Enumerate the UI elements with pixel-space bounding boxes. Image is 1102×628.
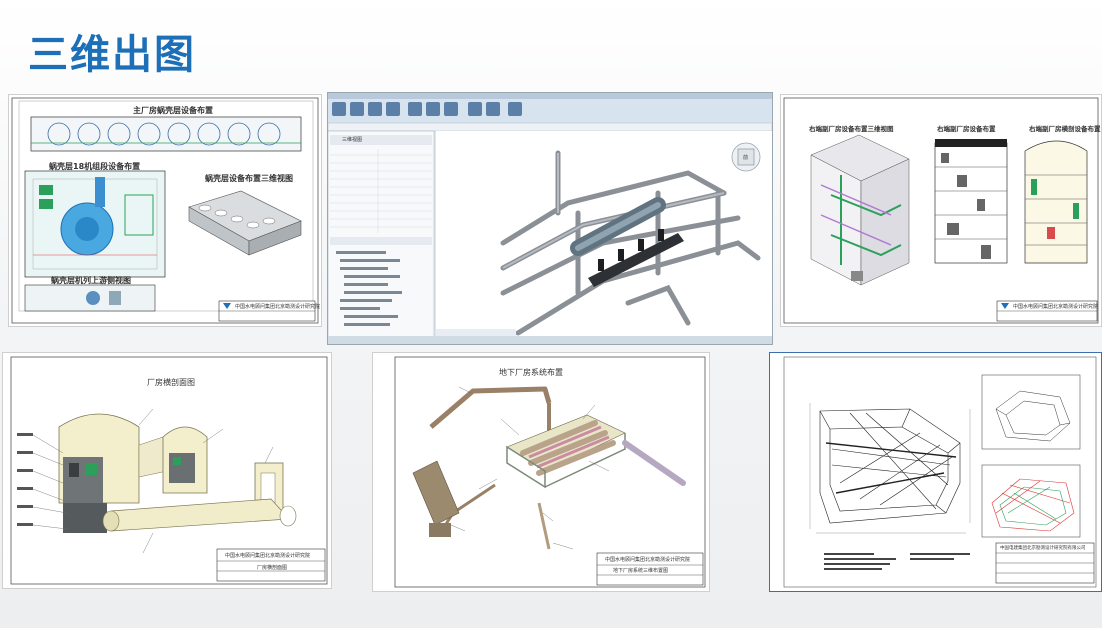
revit-ui: [328, 93, 772, 344]
drawing-title: 右端副厂房横剖设备布置: [1029, 125, 1101, 133]
drawing-title: 右端副厂房设备布置: [937, 125, 996, 133]
revit-screenshot-panel[interactable]: 三维视图 前: [327, 92, 773, 345]
org-name: 中国水电顾问集团北京勘测设计研究院: [235, 304, 321, 310]
powerhouse-plan-drawing: [11, 97, 319, 324]
page-title: 三维出图: [28, 32, 196, 78]
drawing-panel-underground-layout[interactable]: 地下厂房系统布置 中国水电顾问集团北京勘测设计研究院 地下厂房系统三维布置图: [372, 352, 710, 592]
sheet-name: 地下厂房系统三维布置图: [613, 568, 669, 574]
drawing-title: 右端副厂房设备布置三维视图: [809, 125, 894, 133]
drawing-panel-powerhouse-plan[interactable]: 主厂房蜗壳层设备布置 蜗壳层18机组段设备布置 蜗壳层设备布置三维视图 蜗壳层机…: [8, 94, 322, 327]
drawing-panel-excavation-wireframe[interactable]: 中国电建集团北京勘测设计研究院有限公司: [769, 352, 1102, 592]
drawing-title: 地下厂房系统布置: [499, 368, 563, 377]
org-name: 中国水电顾问集团北京勘测设计研究院: [225, 553, 311, 559]
org-name: 中国水电顾问集团北京勘测设计研究院: [1013, 304, 1099, 310]
excavation-wireframe-drawing: [783, 356, 1097, 588]
sheet-name: 厂房横剖面图: [257, 565, 288, 571]
drawing-panel-auxiliary-building[interactable]: 右端副厂房设备布置三维视图 右端副厂房设备布置 右端副厂房横剖设备布置 中国水电…: [780, 94, 1102, 327]
org-name: 中国水电顾问集团北京勘测设计研究院: [605, 557, 691, 563]
view-cube-label[interactable]: 前: [743, 154, 748, 161]
drawing-title: 厂房横剖面图: [147, 378, 195, 387]
org-name: 中国电建集团北京勘测设计研究院有限公司: [1000, 546, 1086, 551]
drawing-title: 蜗壳层机列上游侧视图: [51, 276, 131, 285]
properties-header: 三维视图: [342, 137, 363, 143]
drawing-title: 主厂房蜗壳层设备布置: [133, 106, 213, 115]
drawing-title: 蜗壳层设备布置三维视图: [205, 174, 293, 183]
drawing-title: 蜗壳层18机组段设备布置: [49, 162, 141, 171]
drawing-panel-cross-section[interactable]: 厂房横剖面图 中国水电顾问集团北京勘测设计研究院 厂房横剖面图: [2, 352, 332, 589]
